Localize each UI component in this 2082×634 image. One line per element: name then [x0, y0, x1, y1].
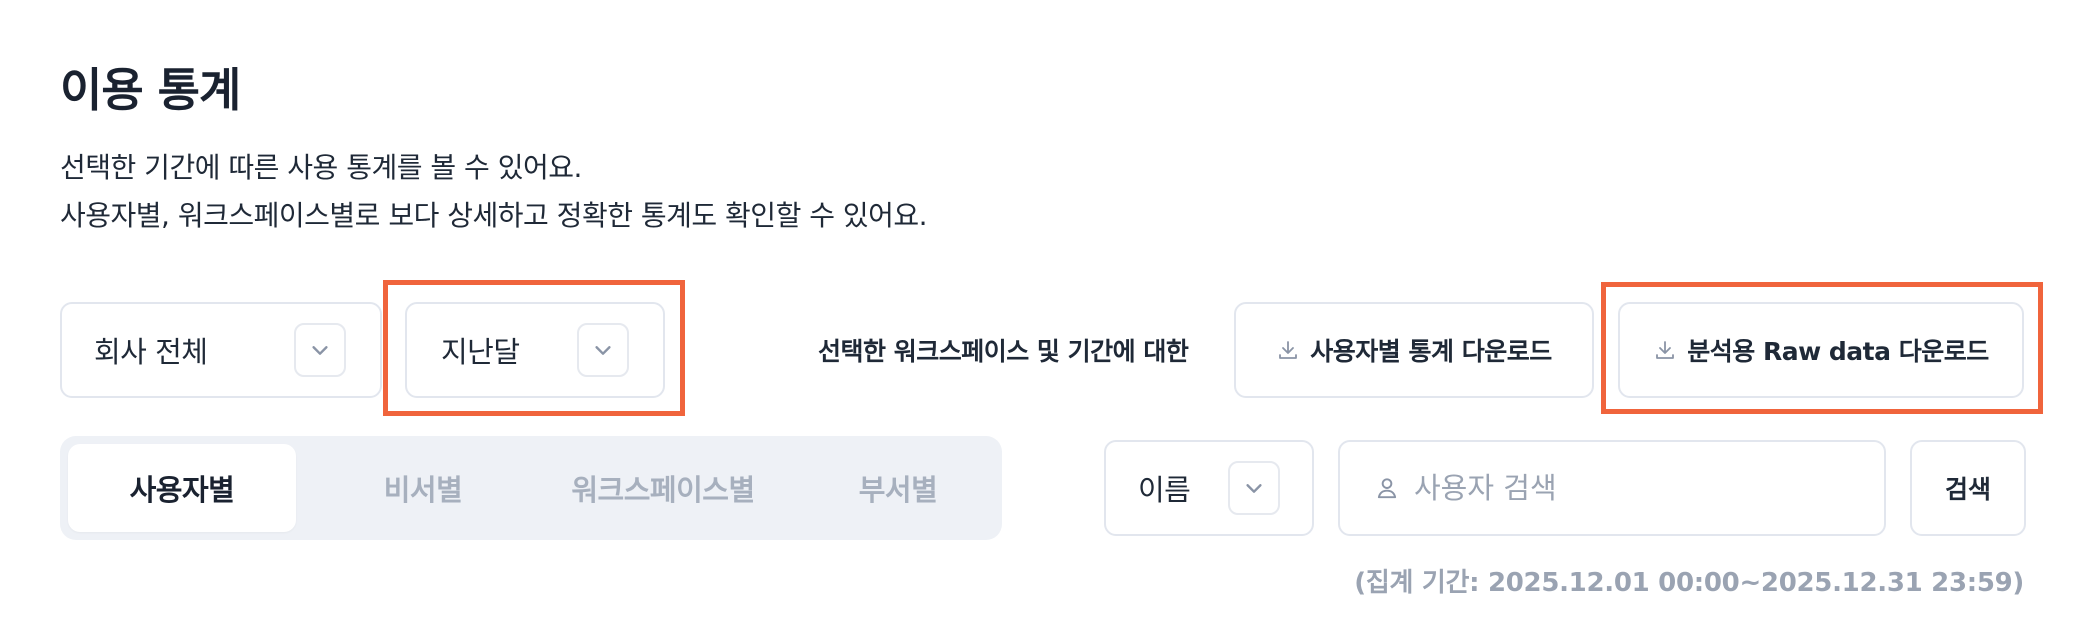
scope-select-toggle[interactable] [294, 323, 346, 377]
user-stats-download-button[interactable]: 사용자별 통계 다운로드 [1234, 302, 1594, 398]
aggregation-period-note: (집계 기간: 2025.12.01 00:00~2025.12.31 23:5… [1354, 568, 2024, 598]
tab-by-assistant[interactable]: 비서별 [318, 444, 528, 532]
search-field-value: 이름 [1138, 473, 1191, 507]
period-select-toggle[interactable] [577, 323, 629, 377]
scope-select[interactable]: 회사 전체 [60, 302, 382, 398]
period-select[interactable]: 지난달 [405, 302, 665, 398]
search-field-select[interactable]: 이름 [1104, 440, 1314, 536]
tab-by-workspace[interactable]: 워크스페이스별 [528, 444, 798, 532]
user-search-input[interactable] [1414, 471, 1854, 505]
user-stats-download-label: 사용자별 통계 다운로드 [1310, 337, 1552, 366]
page-title: 이용 통계 [60, 63, 241, 117]
scope-select-value: 회사 전체 [94, 335, 208, 369]
download-icon [1656, 341, 1675, 359]
chevron-down-icon [312, 346, 328, 355]
chevron-down-icon [595, 346, 611, 355]
user-icon [1377, 478, 1397, 499]
chevron-down-icon [1246, 484, 1262, 493]
raw-data-download-label: 분석용 Raw data 다운로드 [1687, 337, 1989, 366]
page-description-line2: 사용자별, 워크스페이스별로 보다 상세하고 정확한 통계도 확인할 수 있어요… [60, 199, 928, 232]
user-search-box[interactable] [1338, 440, 1886, 536]
page-description-line1: 선택한 기간에 따른 사용 통계를 볼 수 있어요. [60, 151, 582, 184]
search-button[interactable]: 검색 [1910, 440, 2026, 536]
tab-by-user[interactable]: 사용자별 [68, 444, 296, 532]
download-prefix-label: 선택한 워크스페이스 및 기간에 대한 [818, 337, 1189, 366]
search-field-toggle[interactable] [1228, 461, 1280, 515]
usage-stats-page: 이용 통계 선택한 기간에 따른 사용 통계를 볼 수 있어요. 사용자별, 워… [0, 0, 2082, 634]
stats-tab-bar: 사용자별 비서별 워크스페이스별 부서별 [60, 436, 1002, 540]
download-icon [1279, 341, 1298, 359]
period-select-value: 지난달 [441, 335, 520, 369]
raw-data-download-button[interactable]: 분석용 Raw data 다운로드 [1618, 302, 2024, 398]
tab-by-department[interactable]: 부서별 [798, 444, 998, 532]
